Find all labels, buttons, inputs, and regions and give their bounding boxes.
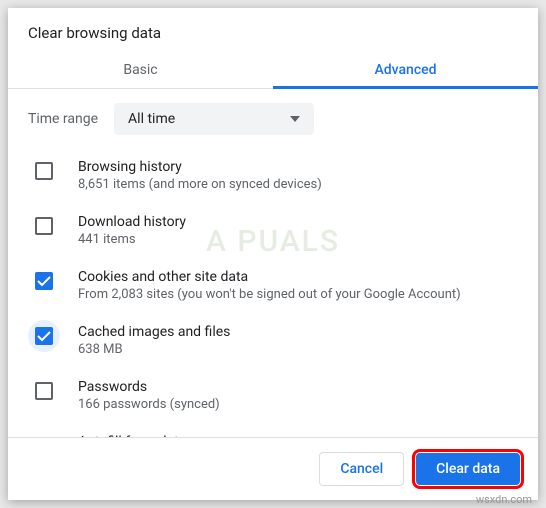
item-text: Cached images and files 638 MB xyxy=(78,324,518,357)
item-title: Autofill form data xyxy=(78,434,518,437)
list-item: Browsing history 8,651 items (and more on… xyxy=(28,159,518,192)
item-title: Cookies and other site data xyxy=(78,269,518,285)
check-icon xyxy=(37,331,51,342)
checkbox-wrap xyxy=(28,155,60,187)
item-subtitle: 8,651 items (and more on synced devices) xyxy=(78,177,518,192)
checkbox-wrap xyxy=(28,375,60,407)
cancel-button[interactable]: Cancel xyxy=(319,452,404,486)
check-icon xyxy=(37,276,51,287)
item-title: Download history xyxy=(78,214,518,230)
tabs-bar: Basic Advanced xyxy=(8,50,538,89)
time-range-dropdown[interactable]: All time xyxy=(114,103,314,135)
item-subtitle: 166 passwords (synced) xyxy=(78,397,518,412)
checkbox[interactable] xyxy=(35,272,53,290)
time-range-row: Time range All time xyxy=(28,103,518,135)
tab-advanced[interactable]: Advanced xyxy=(273,50,538,88)
item-text: Download history 441 items xyxy=(78,214,518,247)
item-title: Browsing history xyxy=(78,159,518,175)
dialog-content[interactable]: A PUALS Time range All time Browsing his… xyxy=(8,89,538,437)
item-text: Passwords 166 passwords (synced) xyxy=(78,379,518,412)
time-range-value: All time xyxy=(128,111,175,127)
item-text: Autofill form data xyxy=(78,434,518,437)
checkbox[interactable] xyxy=(35,327,53,345)
list-item: Cached images and files 638 MB xyxy=(28,324,518,357)
item-subtitle: 441 items xyxy=(78,232,518,247)
checkbox-wrap xyxy=(28,320,60,352)
checkbox-wrap xyxy=(28,210,60,242)
item-text: Browsing history 8,651 items (and more on… xyxy=(78,159,518,192)
time-range-label: Time range xyxy=(28,111,98,127)
chevron-down-icon xyxy=(290,116,300,122)
item-subtitle: 638 MB xyxy=(78,342,518,357)
list-item: Autofill form data xyxy=(28,434,518,437)
item-title: Cached images and files xyxy=(78,324,518,340)
list-item: Passwords 166 passwords (synced) xyxy=(28,379,518,412)
checkbox[interactable] xyxy=(35,162,53,180)
checkbox[interactable] xyxy=(35,217,53,235)
checkbox-wrap xyxy=(28,265,60,297)
dialog-title: Clear browsing data xyxy=(28,24,518,42)
source-label: wsxdn.com xyxy=(476,493,532,506)
checkbox[interactable] xyxy=(35,382,53,400)
item-title: Passwords xyxy=(78,379,518,395)
checkbox-wrap xyxy=(28,430,60,437)
dialog-footer: Cancel Clear data xyxy=(8,437,538,500)
dialog-header: Clear browsing data xyxy=(8,8,538,50)
list-item: Download history 441 items xyxy=(28,214,518,247)
item-subtitle: From 2,083 sites (you won't be signed ou… xyxy=(78,287,518,302)
item-text: Cookies and other site data From 2,083 si… xyxy=(78,269,518,302)
tab-basic[interactable]: Basic xyxy=(8,50,273,88)
list-item: Cookies and other site data From 2,083 si… xyxy=(28,269,518,302)
clear-browsing-dialog: Clear browsing data Basic Advanced A PUA… xyxy=(8,8,538,500)
clear-data-button[interactable]: Clear data xyxy=(416,453,520,485)
